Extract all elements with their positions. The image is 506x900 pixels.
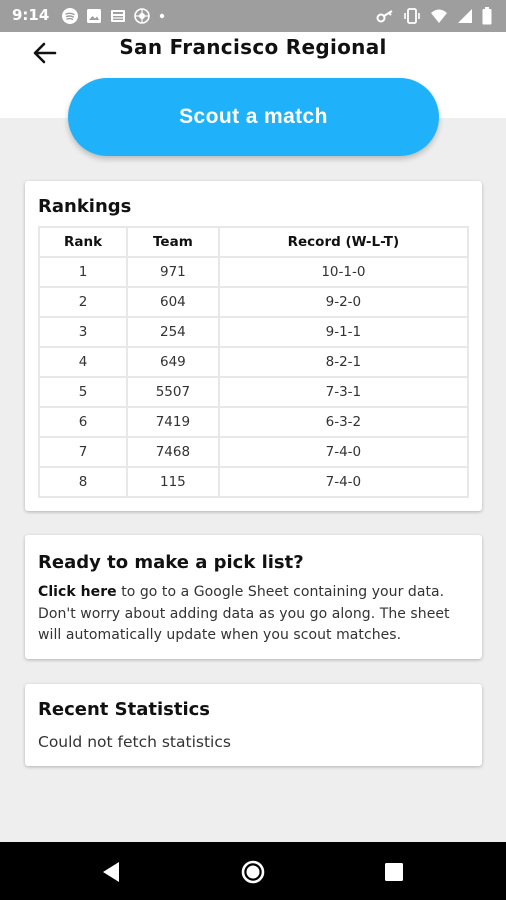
page-title: San Francisco Regional bbox=[119, 35, 387, 59]
table-row: 3 254 9-1-1 bbox=[37, 316, 470, 348]
status-bar: 9:14 bbox=[0, 0, 506, 32]
notification-icons bbox=[62, 8, 166, 28]
pinwheel-icon bbox=[134, 8, 150, 28]
table-row: 8 115 7-4-0 bbox=[37, 466, 470, 498]
team-cell: 5507 bbox=[126, 376, 220, 408]
record-cell: 9-2-0 bbox=[217, 286, 470, 318]
signal-icon bbox=[457, 8, 473, 28]
table-row: 7 7468 7-4-0 bbox=[37, 436, 470, 468]
rankings-card: Rankings Rank Team Record (W-L-T) 1 971 … bbox=[25, 181, 482, 511]
table-header-row: Rank Team Record (W-L-T) bbox=[37, 226, 470, 258]
rank-cell: 5 bbox=[37, 376, 129, 408]
rankings-title: Rankings bbox=[38, 196, 132, 217]
arrow-left-icon[interactable] bbox=[28, 36, 62, 70]
team-cell: 971 bbox=[126, 256, 220, 288]
column-header-rank: Rank bbox=[37, 226, 129, 258]
record-cell: 7-4-0 bbox=[217, 436, 470, 468]
record-cell: 10-1-0 bbox=[217, 256, 470, 288]
wifi-icon bbox=[430, 8, 448, 28]
rankings-table: Rank Team Record (W-L-T) 1 971 10-1-0 2 … bbox=[37, 226, 470, 498]
recent-statistics-card: Recent Statistics Could not fetch statis… bbox=[25, 684, 482, 766]
rank-cell: 3 bbox=[37, 316, 129, 348]
rank-cell: 8 bbox=[37, 466, 129, 498]
team-cell: 7419 bbox=[126, 406, 220, 438]
rank-cell: 7 bbox=[37, 436, 129, 468]
recents-square-icon[interactable] bbox=[381, 859, 407, 885]
table-row: 5 5507 7-3-1 bbox=[37, 376, 470, 408]
team-cell: 7468 bbox=[126, 436, 220, 468]
record-cell: 7-3-1 bbox=[217, 376, 470, 408]
team-cell: 649 bbox=[126, 346, 220, 378]
column-header-team: Team bbox=[126, 226, 220, 258]
navigation-bar bbox=[0, 842, 506, 900]
table-row: 1 971 10-1-0 bbox=[37, 256, 470, 288]
news-icon bbox=[110, 8, 126, 28]
rank-cell: 1 bbox=[37, 256, 129, 288]
rank-cell: 6 bbox=[37, 406, 129, 438]
vibrate-icon bbox=[403, 8, 421, 28]
pick-list-title: Ready to make a pick list? bbox=[38, 552, 304, 573]
recent-statistics-title: Recent Statistics bbox=[38, 699, 210, 720]
record-cell: 9-1-1 bbox=[217, 316, 470, 348]
home-circle-icon[interactable] bbox=[240, 859, 266, 885]
spotify-icon bbox=[62, 8, 78, 28]
image-icon bbox=[86, 8, 102, 28]
statistics-error-message: Could not fetch statistics bbox=[38, 733, 231, 751]
record-cell: 6-3-2 bbox=[217, 406, 470, 438]
record-cell: 8-2-1 bbox=[217, 346, 470, 378]
back-triangle-icon[interactable] bbox=[99, 859, 125, 885]
pick-list-description: Click here to go to a Google Sheet conta… bbox=[38, 582, 474, 647]
table-row: 4 649 8-2-1 bbox=[37, 346, 470, 378]
click-here-link[interactable]: Click here bbox=[38, 584, 117, 600]
team-cell: 254 bbox=[126, 316, 220, 348]
status-time: 9:14 bbox=[12, 6, 50, 24]
table-row: 2 604 9-2-0 bbox=[37, 286, 470, 318]
rank-cell: 4 bbox=[37, 346, 129, 378]
scout-match-button[interactable]: Scout a match bbox=[68, 78, 439, 156]
system-icons bbox=[376, 7, 492, 29]
team-cell: 115 bbox=[126, 466, 220, 498]
table-row: 6 7419 6-3-2 bbox=[37, 406, 470, 438]
battery-icon bbox=[482, 7, 492, 29]
dot-icon bbox=[158, 8, 166, 28]
rank-cell: 2 bbox=[37, 286, 129, 318]
key-icon bbox=[376, 8, 394, 28]
team-cell: 604 bbox=[126, 286, 220, 318]
record-cell: 7-4-0 bbox=[217, 466, 470, 498]
pick-list-card: Ready to make a pick list? Click here to… bbox=[25, 535, 482, 659]
column-header-record: Record (W-L-T) bbox=[217, 226, 470, 258]
